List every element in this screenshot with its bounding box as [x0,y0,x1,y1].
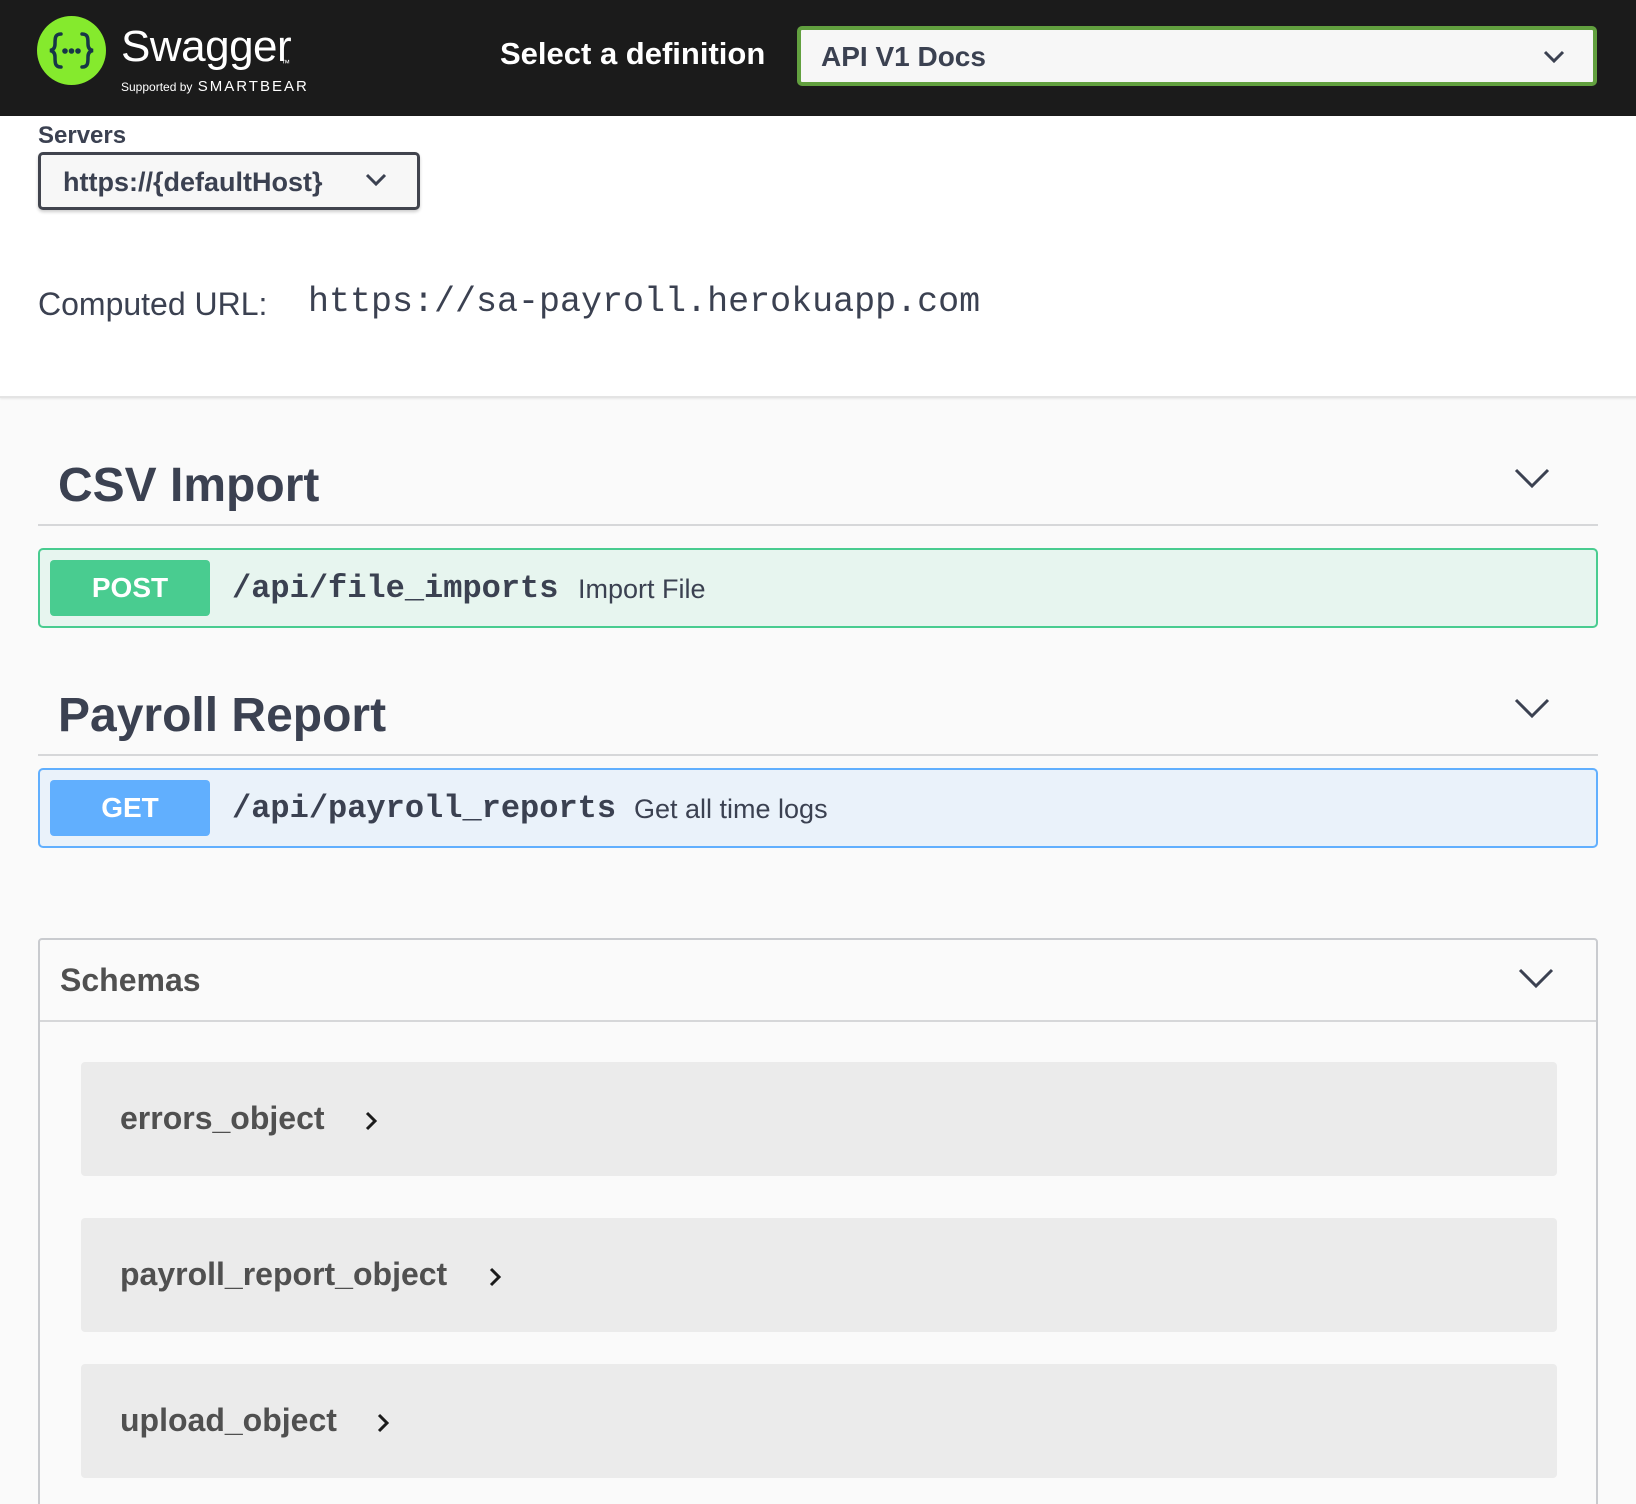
schema-model-name: payroll_report_object [120,1256,448,1292]
schemas-section: Schemas errors_object payroll_report_obj… [38,938,1598,1504]
definition-select-value: API V1 Docs [821,41,986,72]
chevron-right-icon [489,1267,502,1287]
operation-get-payroll-reports[interactable]: GET /api/payroll_reports Get all time lo… [38,768,1598,848]
operation-summary: Get all time logs [634,794,828,824]
schema-model-name: errors_object [120,1100,325,1136]
chevron-down-icon[interactable] [1518,968,1554,990]
definition-select[interactable]: API V1 Docs [797,26,1597,86]
servers-label: Servers [38,122,127,149]
schemas-title: Schemas [60,962,201,998]
chevron-right-icon [377,1413,390,1433]
schema-model[interactable]: payroll_report_object [81,1218,1557,1332]
tag-header-csv-import[interactable]: CSV Import [38,446,1598,526]
logo-brand-text: SMARTBEAR [197,78,309,95]
definition-label: Select a definition [500,36,766,71]
operation-path: /api/file_imports [232,570,559,607]
servers-select-value: https://{defaultHost} [63,167,323,197]
tag-title: Payroll Report [58,689,387,742]
computed-url-value: https://sa-payroll.herokuapp.com [308,282,981,322]
chevron-right-icon [365,1111,378,1131]
schema-model[interactable]: upload_object [81,1364,1557,1478]
swagger-logo[interactable]: Swagger ™ Supported by SMARTBEAR [37,16,337,100]
schemas-header[interactable]: Schemas [40,940,1596,1022]
computed-url-label: Computed URL: [38,286,268,322]
chevron-down-icon[interactable] [1514,468,1550,490]
chevron-down-icon [1543,50,1565,64]
top-bar: Swagger ™ Supported by SMARTBEAR Select … [0,0,1636,116]
chevron-down-icon[interactable] [1514,698,1550,720]
method-badge: GET [50,780,210,836]
operation-summary: Import File [578,574,706,604]
logo-wordmark: Swagger [121,22,292,71]
logo-tagline: Supported by SMARTBEAR [121,78,309,95]
swagger-logo-icon [37,16,106,85]
tag-title: CSV Import [58,459,320,512]
logo-supported-text: Supported by [121,80,193,94]
tag-header-payroll-report[interactable]: Payroll Report [38,676,1598,756]
chevron-down-icon [365,173,387,187]
schema-model[interactable]: errors_object [81,1062,1557,1176]
operation-path: /api/payroll_reports [232,790,617,827]
servers-section: Servers https://{defaultHost} Computed U… [0,116,1636,398]
method-badge: POST [50,560,210,616]
schema-model-name: upload_object [120,1402,337,1438]
servers-select[interactable]: https://{defaultHost} [38,152,420,210]
operation-post-file-imports[interactable]: POST /api/file_imports Import File [38,548,1598,628]
logo-trademark: ™ [281,58,290,68]
